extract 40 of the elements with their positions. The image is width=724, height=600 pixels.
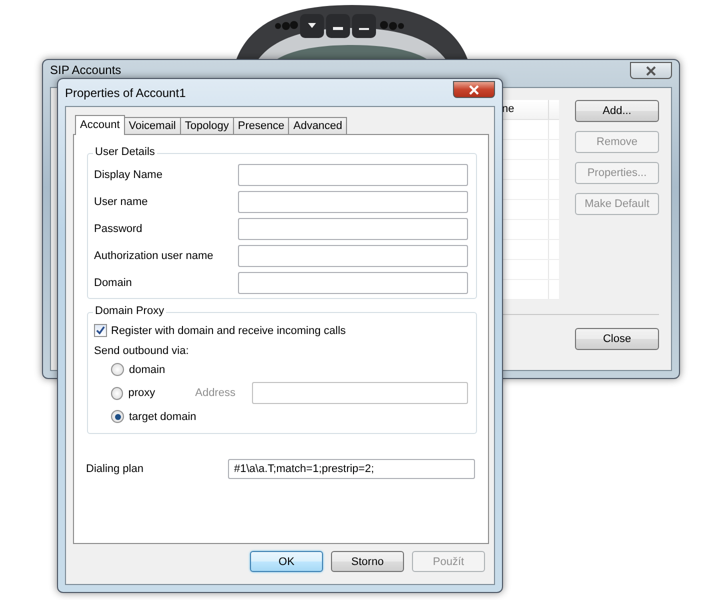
field-label: User name [94, 196, 149, 208]
field-label: Domain [94, 277, 133, 289]
radio-label: proxy [128, 387, 156, 399]
field-label: Authorization user name [94, 250, 214, 262]
field-label: Dialing plan [86, 463, 144, 475]
check-icon [96, 326, 105, 335]
dialog-button[interactable]: OK [250, 551, 323, 572]
radio-label: target domain [129, 410, 196, 422]
close-icon [469, 84, 479, 94]
radio-button[interactable] [111, 410, 124, 423]
field-label: Password [94, 223, 144, 235]
input-field[interactable] [238, 191, 468, 213]
tab[interactable]: Topology [180, 117, 234, 135]
radio-button[interactable] [111, 363, 124, 376]
checkbox[interactable] [94, 324, 107, 337]
tab[interactable]: Account [75, 115, 125, 135]
input-field[interactable] [238, 164, 468, 186]
checkbox-label: Register with domain and receive incoming calls [111, 324, 346, 336]
group-title: Domain Proxy [93, 305, 166, 317]
close-icon [646, 66, 656, 76]
section-label: Send outbound via: [94, 345, 190, 357]
group-title: User Details [93, 146, 157, 158]
input-field[interactable] [238, 272, 468, 294]
dialog-button[interactable]: Storno [331, 551, 404, 572]
input-field[interactable]: #1\a\a.T;match=1;prestrip=2; [228, 459, 475, 479]
close-button[interactable] [630, 62, 672, 79]
field-label: Address [195, 387, 236, 399]
window-title: Properties of Account1 [65, 86, 186, 100]
action-button[interactable]: Add... [575, 100, 659, 122]
close-button[interactable] [453, 81, 495, 98]
tab[interactable]: Voicemail [124, 117, 181, 135]
field-label: Display Name [94, 169, 164, 181]
tab[interactable]: Presence [232, 117, 290, 135]
tab[interactable]: Advanced [288, 117, 348, 135]
radio-label: domain [129, 364, 166, 376]
close-button[interactable]: Close [575, 328, 659, 350]
input-field[interactable] [238, 245, 468, 267]
radio-button[interactable] [111, 386, 124, 400]
window-title: SIP Accounts [50, 63, 122, 77]
input-field[interactable] [238, 218, 468, 240]
